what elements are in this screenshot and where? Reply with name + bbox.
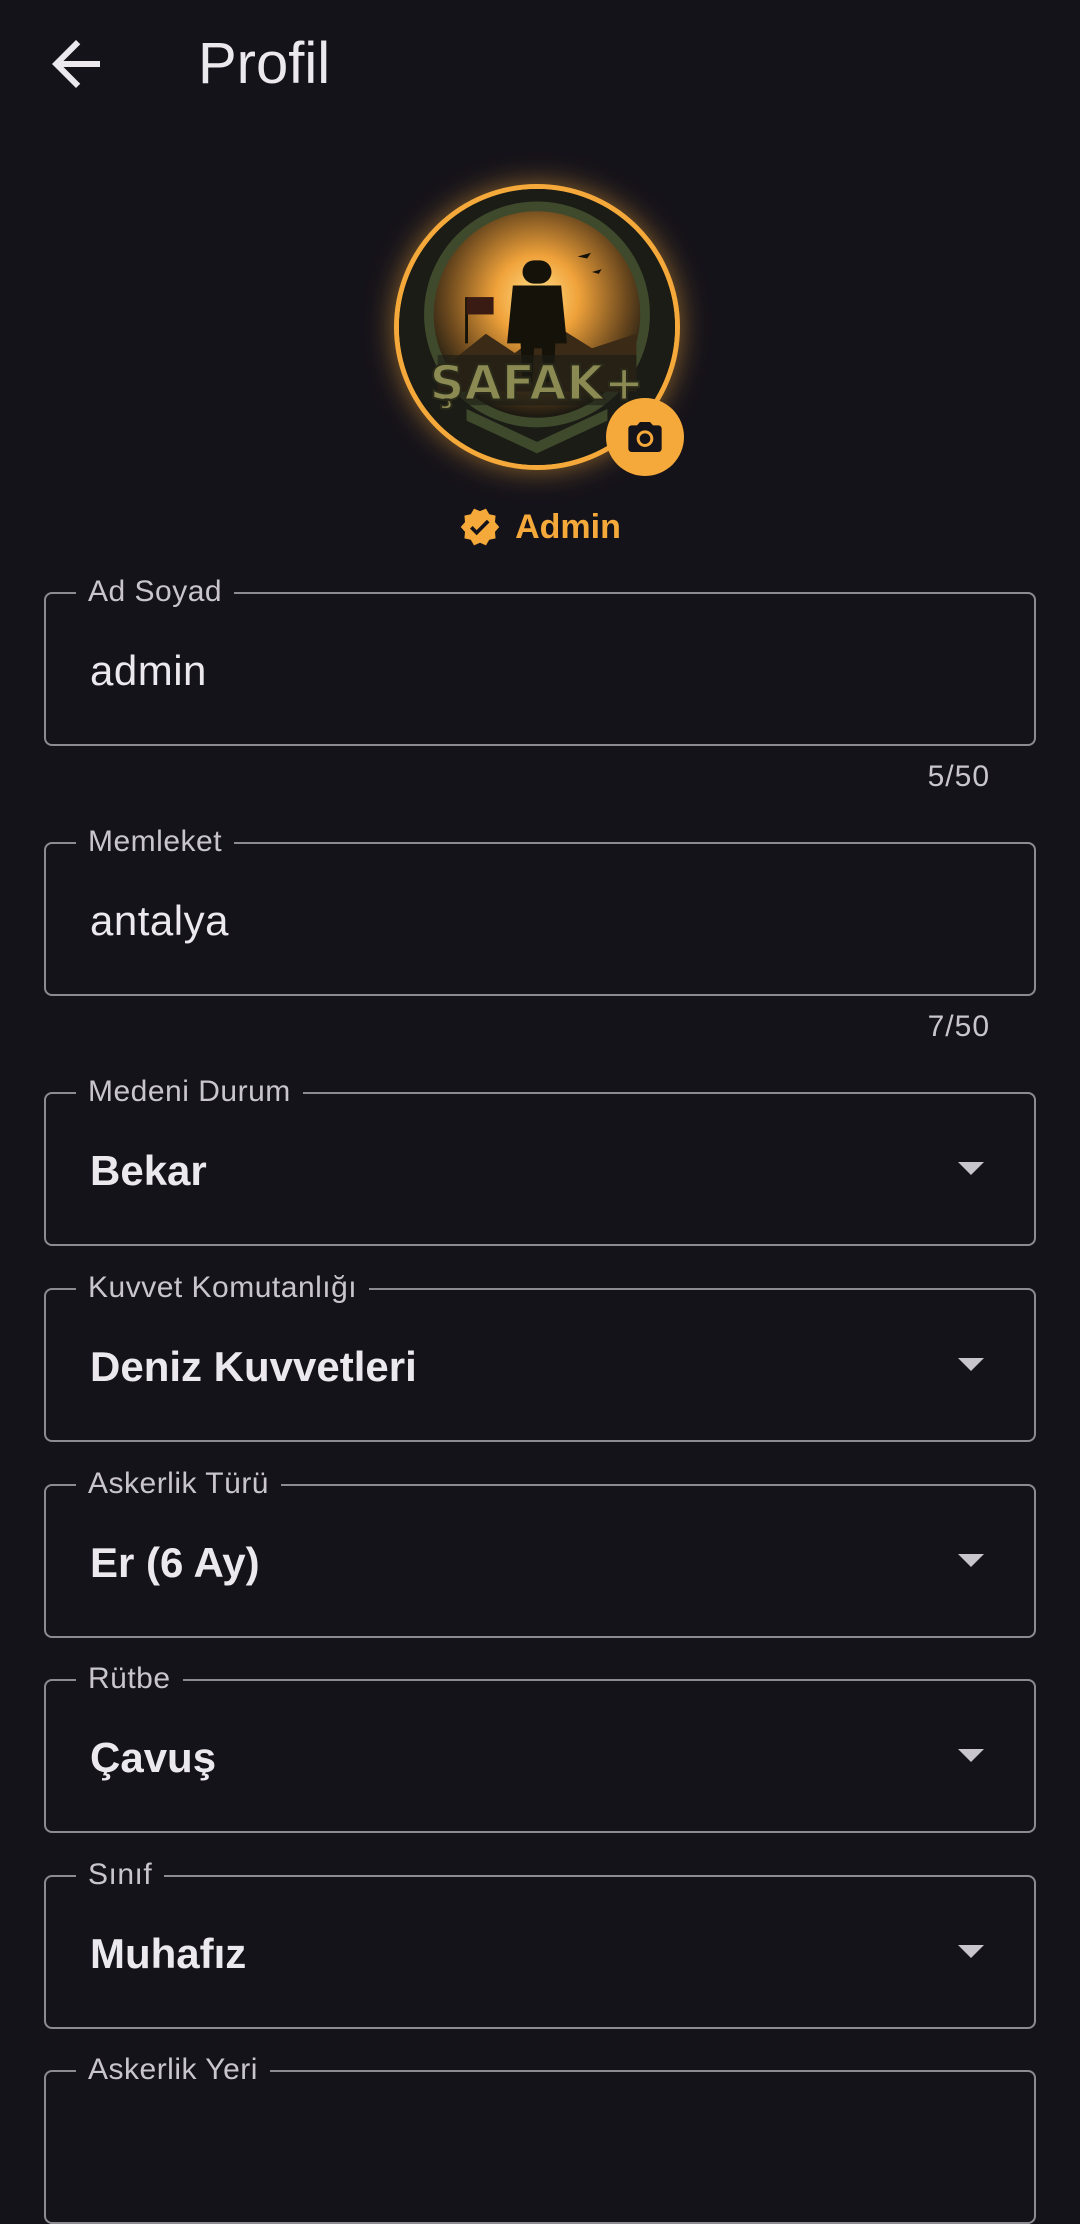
- name-field-label: Ad Soyad: [76, 572, 235, 612]
- rank-value: Çavuş: [90, 1734, 217, 1781]
- rank-select[interactable]: Rütbe Çavuş: [44, 1659, 1036, 1833]
- change-photo-button[interactable]: [606, 398, 684, 476]
- dropdown-arrow-icon: [958, 1945, 984, 1958]
- back-button[interactable]: [40, 28, 112, 100]
- verified-badge-icon: [459, 506, 501, 548]
- dropdown-arrow-icon: [958, 1749, 984, 1762]
- class-select[interactable]: Sınıf Muhafız: [44, 1855, 1036, 2029]
- hometown-field-label: Memleket: [76, 822, 235, 862]
- rank-label: Rütbe: [76, 1659, 183, 1699]
- marital-status-value: Bekar: [90, 1147, 207, 1194]
- role-badge: Admin: [0, 506, 1080, 548]
- service-location-select[interactable]: Askerlik Yeri: [44, 2050, 1036, 2224]
- app-bar: Profil: [0, 0, 1080, 130]
- service-type-label: Askerlik Türü: [76, 1464, 281, 1504]
- avatar-logo-text: ŞAFAK+: [430, 355, 645, 411]
- marital-status-label: Medeni Durum: [76, 1072, 303, 1112]
- service-type-value: Er (6 Ay): [90, 1539, 260, 1586]
- force-command-value: Deniz Kuvvetleri: [90, 1343, 417, 1390]
- force-command-select[interactable]: Kuvvet Komutanlığı Deniz Kuvvetleri: [44, 1268, 1036, 1442]
- service-location-label: Askerlik Yeri: [76, 2050, 270, 2090]
- hometown-char-counter: 7/50: [927, 1010, 990, 1043]
- dropdown-arrow-icon: [958, 1554, 984, 1567]
- dropdown-arrow-icon: [958, 1162, 984, 1175]
- force-command-label: Kuvvet Komutanlığı: [76, 1268, 370, 1308]
- hometown-field-value[interactable]: antalya: [90, 894, 229, 948]
- hometown-field[interactable]: Memleket antalya: [44, 822, 1036, 996]
- avatar-container: ŞAFAK+: [394, 184, 686, 476]
- camera-icon: [628, 422, 662, 452]
- service-type-select[interactable]: Askerlik Türü Er (6 Ay): [44, 1464, 1036, 1638]
- role-label: Admin: [515, 507, 621, 546]
- page-title: Profil: [198, 31, 331, 96]
- marital-status-select[interactable]: Medeni Durum Bekar: [44, 1072, 1036, 1246]
- class-label: Sınıf: [76, 1855, 165, 1895]
- name-field[interactable]: Ad Soyad admin: [44, 572, 1036, 746]
- arrow-left-icon: [52, 40, 100, 88]
- name-field-value[interactable]: admin: [90, 644, 207, 698]
- class-value: Muhafız: [90, 1930, 247, 1977]
- name-char-counter: 5/50: [927, 760, 990, 793]
- dropdown-arrow-icon: [958, 1358, 984, 1371]
